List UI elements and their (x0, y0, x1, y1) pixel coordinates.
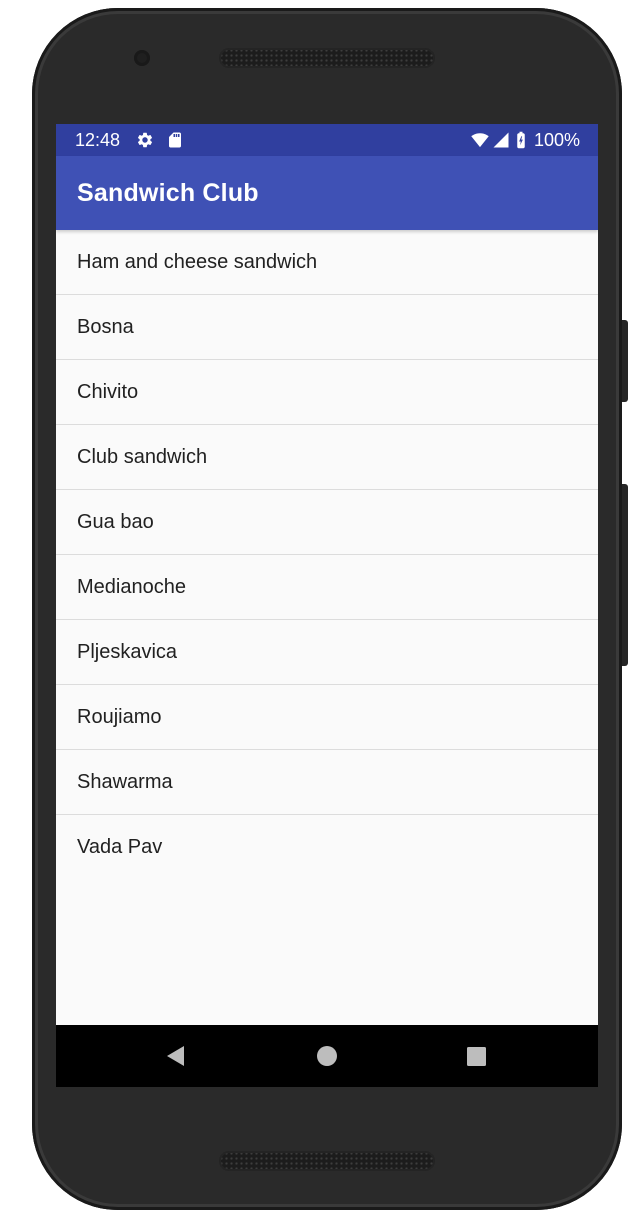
navigation-bar (56, 1025, 598, 1087)
volume-button (622, 320, 628, 402)
list-item-label: Shawarma (77, 771, 173, 793)
list-item[interactable]: Vada Pav (56, 815, 598, 879)
app-title: Sandwich Club (77, 179, 259, 207)
home-icon[interactable] (312, 1041, 342, 1071)
sd-card-icon (169, 132, 181, 148)
gear-icon (137, 132, 153, 148)
list-item-label: Roujiamo (77, 706, 162, 728)
back-icon[interactable] (160, 1041, 190, 1071)
bottom-speaker (219, 1151, 435, 1171)
list-item-label: Vada Pav (77, 836, 163, 858)
list-item[interactable]: Gua bao (56, 490, 598, 555)
list-item-label: Medianoche (77, 576, 186, 598)
recents-icon[interactable] (461, 1041, 491, 1071)
list-item-label: Bosna (77, 316, 134, 338)
list-item-label: Ham and cheese sandwich (77, 251, 318, 273)
cell-signal-icon (493, 132, 509, 148)
list-item[interactable]: Shawarma (56, 750, 598, 815)
status-bar: 12:48 100% (56, 124, 598, 156)
list-item[interactable]: Pljeskavica (56, 620, 598, 685)
wifi-icon (471, 133, 489, 148)
list-item-label: Gua bao (77, 511, 154, 533)
status-time: 12:48 (75, 130, 121, 150)
list-item-label: Club sandwich (77, 446, 208, 468)
list-item[interactable]: Club sandwich (56, 425, 598, 490)
power-button (622, 484, 628, 666)
list-item[interactable]: Ham and cheese sandwich (56, 230, 598, 295)
list-item[interactable]: Roujiamo (56, 685, 598, 750)
earpiece-speaker (219, 48, 435, 68)
list-item[interactable]: Bosna (56, 295, 598, 360)
list-item[interactable]: Chivito (56, 360, 598, 425)
battery-icon (517, 131, 525, 149)
list-item-label: Pljeskavica (77, 641, 178, 663)
battery-percentage: 100% (534, 130, 581, 150)
list-item[interactable]: Medianoche (56, 555, 598, 620)
sandwich-list: Ham and cheese sandwich Bosna Chivito Cl… (56, 230, 598, 879)
list-item-label: Chivito (77, 381, 139, 403)
app-bar: Sandwich Club (56, 156, 598, 230)
front-camera (134, 50, 150, 66)
phone-screen: 12:48 100% Sandwich Club Ham and cheese … (56, 124, 598, 1087)
